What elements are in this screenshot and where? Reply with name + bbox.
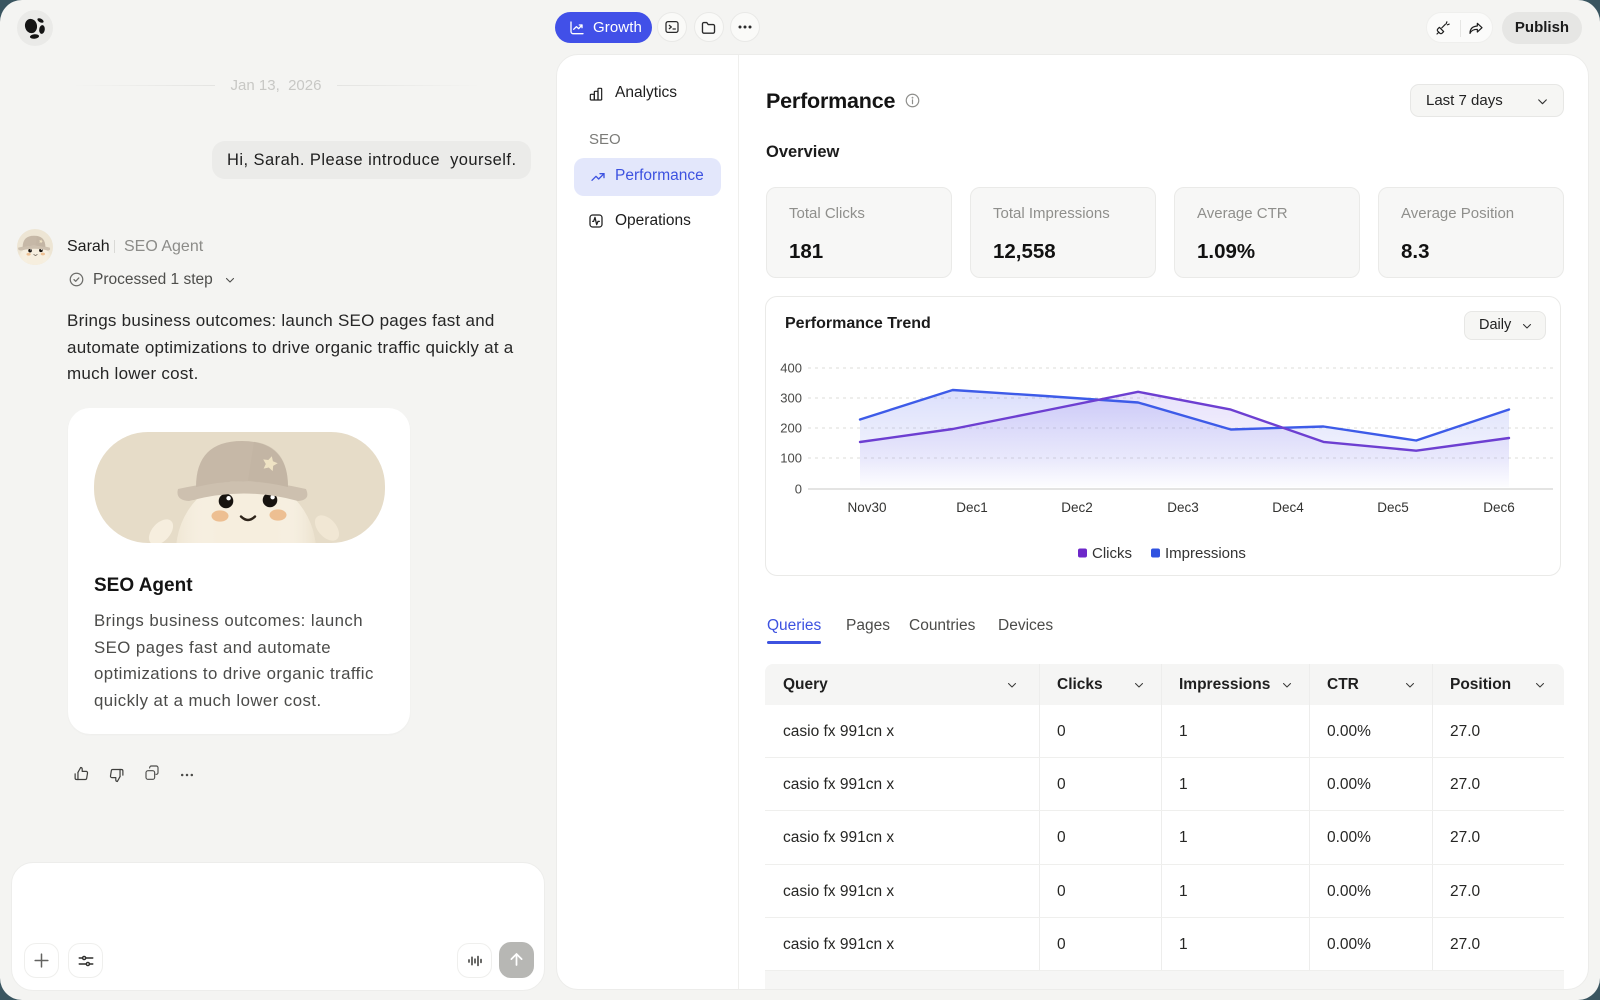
svg-text:Dec1: Dec1 [956, 500, 988, 515]
svg-text:100: 100 [780, 451, 802, 466]
svg-text:Clicks: Clicks [1092, 545, 1132, 562]
svg-text:Dec4: Dec4 [1272, 500, 1304, 515]
svg-text:400: 400 [780, 361, 802, 376]
svg-text:Impressions: Impressions [1165, 545, 1246, 562]
svg-text:0: 0 [795, 482, 802, 497]
svg-text:Dec6: Dec6 [1483, 500, 1515, 515]
svg-text:Dec2: Dec2 [1061, 500, 1093, 515]
svg-text:Dec3: Dec3 [1167, 500, 1199, 515]
svg-text:Dec5: Dec5 [1377, 500, 1409, 515]
svg-text:200: 200 [780, 421, 802, 436]
svg-text:Nov30: Nov30 [847, 500, 886, 515]
svg-text:300: 300 [780, 391, 802, 406]
